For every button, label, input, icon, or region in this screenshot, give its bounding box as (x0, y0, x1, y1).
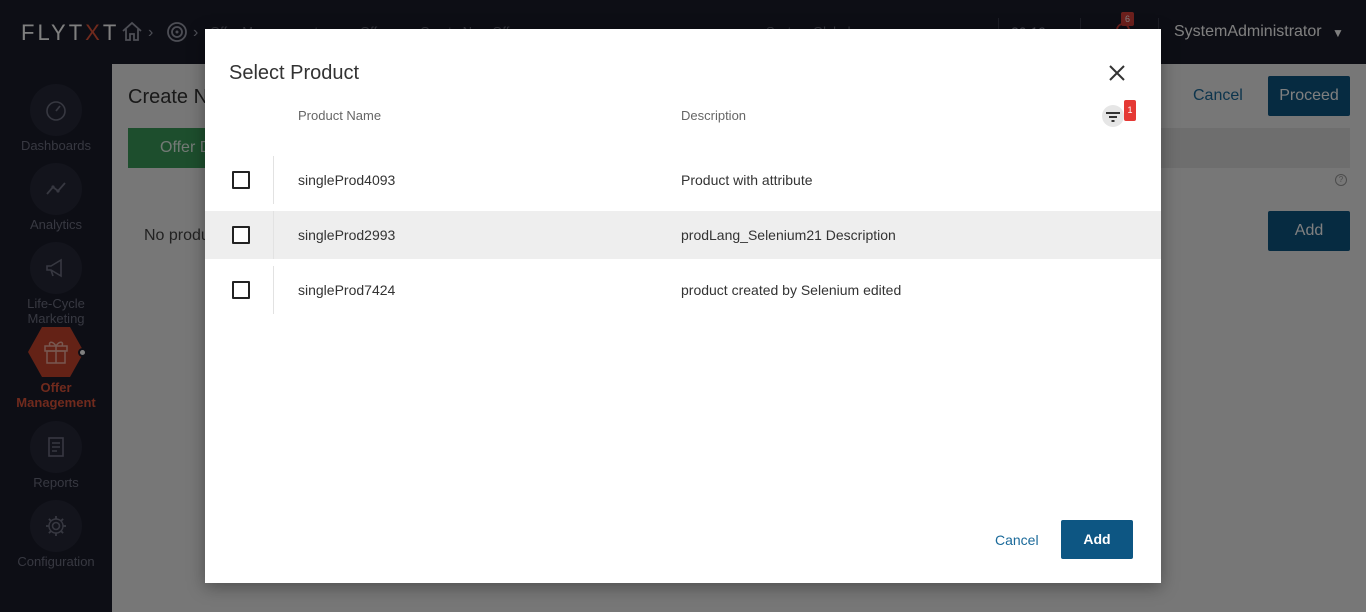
product-name-cell: singleProd7424 (298, 282, 396, 298)
filter-count-badge: 1 (1124, 100, 1136, 121)
dialog-cancel-button[interactable]: Cancel (995, 532, 1039, 548)
column-header-product-name[interactable]: Product Name (298, 108, 381, 123)
row-checkbox[interactable] (232, 281, 250, 299)
product-name-cell: singleProd4093 (298, 172, 396, 188)
close-icon[interactable] (1105, 63, 1129, 85)
filter-icon (1106, 112, 1120, 122)
product-name-cell: singleProd2993 (298, 227, 396, 243)
dialog-title: Select Product (229, 62, 360, 84)
description-cell: Product with attribute (681, 172, 813, 188)
divider (273, 156, 274, 204)
divider (273, 211, 274, 259)
table-row[interactable]: singleProd4093 Product with attribute (205, 156, 1161, 204)
column-header-description[interactable]: Description (681, 108, 746, 123)
description-cell: prodLang_Selenium21 Description (681, 227, 896, 243)
filter-button[interactable] (1102, 105, 1124, 127)
table-row[interactable]: singleProd2993 prodLang_Selenium21 Descr… (205, 211, 1161, 259)
divider (273, 266, 274, 314)
description-cell: product created by Selenium edited (681, 282, 902, 298)
dialog-add-button[interactable]: Add (1061, 520, 1133, 559)
row-checkbox[interactable] (232, 226, 250, 244)
select-product-dialog: Select Product Product Name Description … (205, 29, 1161, 583)
table-row[interactable]: singleProd7424 product created by Seleni… (205, 266, 1161, 314)
row-checkbox[interactable] (232, 171, 250, 189)
